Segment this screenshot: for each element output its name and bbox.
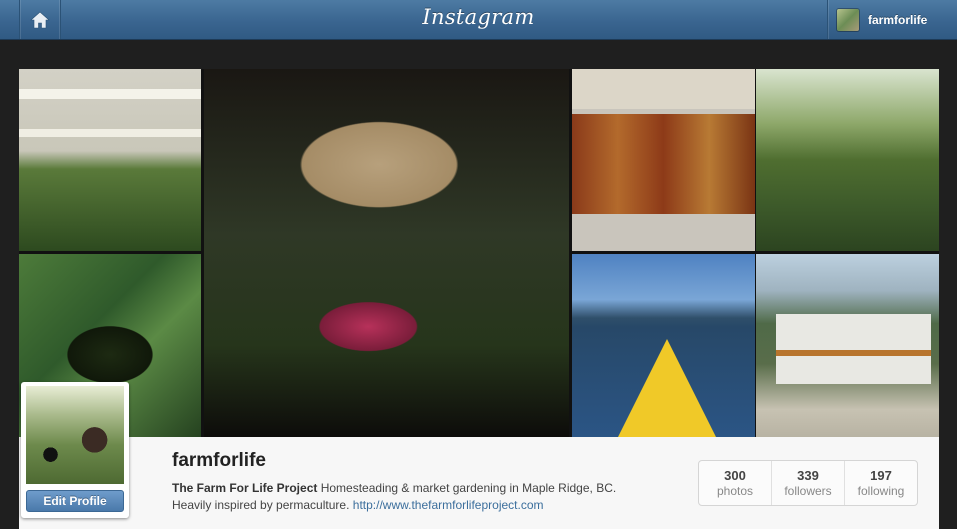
instagram-logo[interactable]: Instagram (0, 5, 957, 29)
header-username: farmforlife (868, 12, 928, 27)
photo-tile-chickens[interactable] (19, 69, 201, 251)
stat-photos[interactable]: 300 photos (699, 461, 772, 505)
profile-username: farmforlife (172, 450, 266, 471)
profile-bio-text: Homesteading & market gardening in Maple… (320, 481, 617, 495)
photo-tile-watering-garden[interactable] (756, 69, 939, 251)
photo-grid (19, 69, 939, 437)
user-menu[interactable]: farmforlife (827, 0, 938, 39)
edit-profile-button[interactable]: Edit Profile (26, 490, 124, 512)
stat-followers[interactable]: 339 followers (772, 461, 845, 505)
stat-photos-count: 300 (724, 468, 746, 483)
stat-following-count: 197 (870, 468, 892, 483)
photo-tile-mason-jar-flowers[interactable] (204, 69, 569, 437)
user-avatar (837, 8, 859, 31)
profile-avatar-card: Edit Profile (21, 382, 129, 518)
stat-photos-label: photos (716, 484, 754, 498)
stat-followers-count: 339 (797, 468, 819, 483)
photo-tile-kayak-lake[interactable] (572, 254, 755, 437)
profile-bio: The Farm For Life Project Homesteading &… (172, 480, 672, 514)
profile-website-link[interactable]: http://www.thefarmforlifeproject.com (353, 498, 544, 512)
stat-following-label: following (857, 484, 905, 498)
photo-tile-honey-jars[interactable] (572, 69, 755, 251)
top-navigation-bar: Instagram farmforlife (0, 0, 957, 40)
stat-followers-label: followers (784, 484, 832, 498)
profile-stats: 300 photos 339 followers 197 following (698, 460, 918, 506)
stat-following[interactable]: 197 following (845, 461, 917, 505)
kayak-shape (612, 339, 722, 437)
photo-tile-rv-camper[interactable] (756, 254, 939, 437)
rv-stripe (776, 350, 931, 356)
profile-bio-line2: Heavily inspired by permaculture. (172, 498, 350, 512)
profile-avatar[interactable] (26, 386, 124, 484)
profile-full-name: The Farm For Life Project (172, 481, 318, 495)
